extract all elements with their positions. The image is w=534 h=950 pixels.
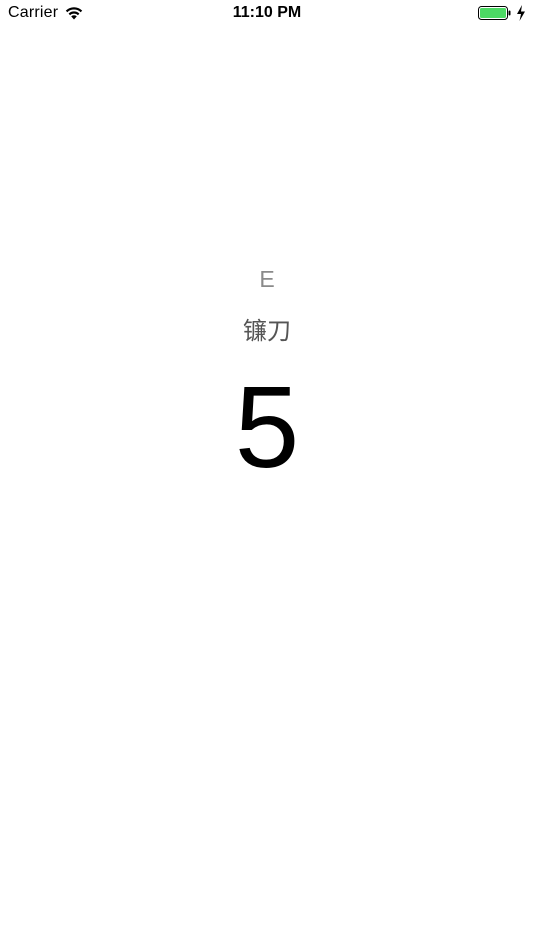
battery-icon bbox=[478, 5, 512, 21]
card-word: 镰刀 bbox=[243, 318, 291, 345]
card-number: 5 bbox=[234, 362, 300, 492]
status-time: 11:10 PM bbox=[232, 4, 302, 21]
charging-bolt-icon bbox=[516, 5, 526, 21]
screen: Carrier 11:10 PM E 镰刀 5 bbox=[0, 0, 534, 950]
status-right bbox=[478, 5, 526, 21]
card-letter: E bbox=[259, 266, 275, 292]
status-bar: Carrier 11:10 PM bbox=[0, 0, 534, 28]
